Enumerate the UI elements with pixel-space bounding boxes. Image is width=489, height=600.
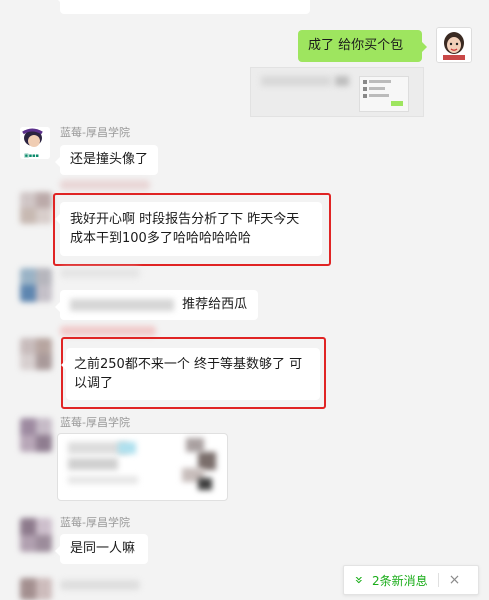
- shared-image-own[interactable]: [250, 67, 424, 117]
- message-text: 成了 给你买个包: [308, 38, 404, 53]
- sender-name-blurred: [60, 268, 140, 278]
- message-bubble-own[interactable]: 成了 给你买个包: [298, 30, 427, 62]
- sender-name-blurred: [60, 580, 140, 590]
- message-bubble[interactable]: 还是撞头像了: [55, 145, 158, 175]
- mention-blurred: [70, 298, 174, 311]
- new-messages-label: 2条新消息: [372, 573, 428, 588]
- chevron-double-down-icon: «: [351, 575, 367, 585]
- sender-avatar-blurred[interactable]: [20, 418, 52, 452]
- message-text: 我好开心啊 时段报告分析了下 昨天今天成本干到100多了哈哈哈哈哈哈: [70, 212, 300, 246]
- close-icon[interactable]: ×: [449, 572, 461, 588]
- sender-avatar-blurred[interactable]: [20, 518, 52, 552]
- sender-name: 蓝莓-厚昌学院: [60, 126, 130, 139]
- sender-name-blurred: [60, 326, 156, 336]
- message-text: 还是撞头像了: [70, 152, 149, 167]
- divider: [437, 573, 439, 587]
- message-text: 之前250都不来一个 终于等基数够了 可以调了: [74, 357, 303, 391]
- sender-name: 蓝莓-厚昌学院: [60, 416, 130, 429]
- message-text: 是同一人嘛: [70, 541, 136, 556]
- sender-avatar-blurred[interactable]: [20, 338, 52, 370]
- message-bubble[interactable]: 我好开心啊 时段报告分析了下 昨天今天成本干到100多了哈哈哈哈哈哈: [55, 202, 322, 256]
- svg-text:▣▪▪▪: ▣▪▪▪: [24, 153, 39, 159]
- message-bubble[interactable]: 推荐给西瓜: [55, 290, 258, 320]
- sender-avatar-blurred[interactable]: [20, 268, 52, 302]
- message-bubble[interactable]: 之前250都不来一个 终于等基数够了 可以调了: [61, 348, 320, 400]
- avatar-image: [437, 28, 471, 62]
- message-bubble[interactable]: 是同一人嘛: [55, 534, 148, 564]
- avatar-image: ▣▪▪▪: [20, 127, 50, 159]
- shared-image-card[interactable]: [57, 433, 228, 501]
- message-text: 推荐给西瓜: [182, 297, 248, 312]
- sender-avatar[interactable]: ▣▪▪▪: [20, 127, 50, 159]
- partial-top-bubble: [55, 0, 310, 14]
- new-messages-notice[interactable]: « 2条新消息 ×: [343, 565, 479, 595]
- sender-name-blurred: [60, 180, 150, 190]
- own-avatar[interactable]: [436, 27, 472, 63]
- sender-name: 蓝莓-厚昌学院: [60, 516, 130, 529]
- sender-avatar-blurred[interactable]: [20, 192, 52, 224]
